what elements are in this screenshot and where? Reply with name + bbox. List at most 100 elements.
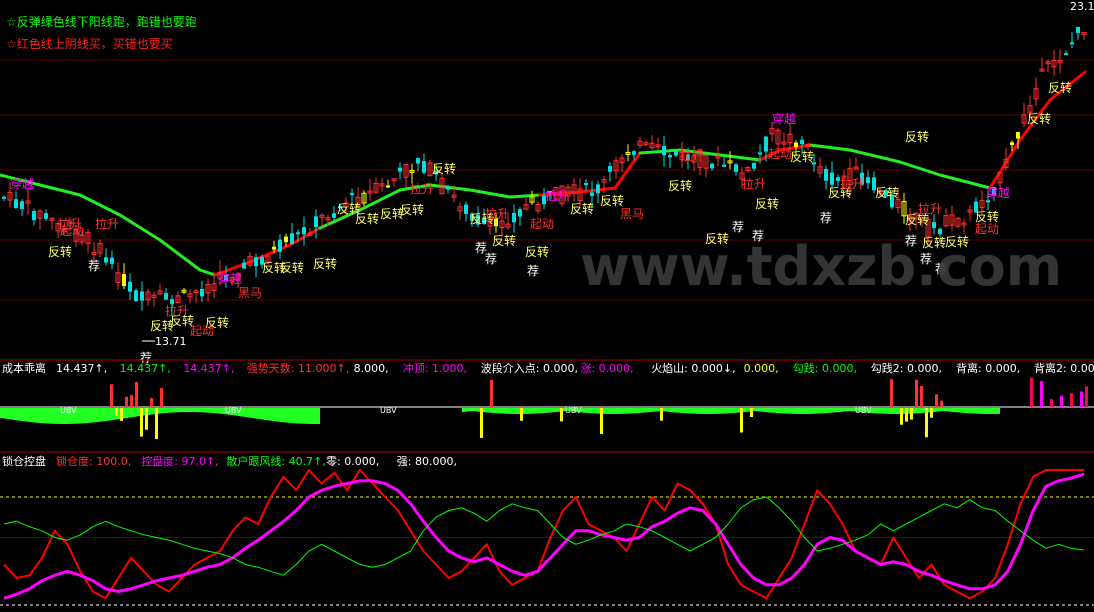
histogram-bar: [588, 408, 590, 414]
histogram-bar: [34, 408, 36, 423]
histogram-bar: [680, 408, 682, 413]
candle-body: [314, 216, 318, 228]
histogram-bar: [936, 408, 938, 412]
candle-body: [986, 200, 990, 203]
histogram-bar: [774, 408, 776, 413]
histogram-bar: [734, 408, 736, 413]
histogram-bar: [982, 408, 984, 414]
histogram-bar: [786, 408, 788, 414]
histogram-bar: [878, 408, 880, 414]
signal-bar: [110, 384, 113, 407]
signal-bar: [915, 379, 918, 407]
histogram-bar: [274, 408, 276, 422]
histogram-bar: [292, 408, 294, 424]
histogram-bar: [664, 408, 666, 412]
candle-body: [104, 257, 108, 263]
histogram-bar: [242, 408, 244, 417]
histogram-bar: [762, 408, 764, 412]
candle-body: [278, 239, 282, 252]
histogram-bar: [118, 408, 120, 420]
histogram-bar: [96, 408, 98, 423]
histogram-bar: [256, 408, 258, 419]
histogram-bar: [20, 408, 22, 421]
histogram-bar: [196, 408, 198, 413]
histogram-bar: [56, 408, 58, 424]
histogram-bar: [46, 408, 48, 424]
histogram-bar: [534, 408, 536, 414]
histogram-bar: [110, 408, 112, 421]
histogram-bar: [548, 408, 550, 413]
histogram-bar: [630, 408, 632, 414]
histogram-bar: [840, 408, 842, 412]
histogram-bar: [914, 408, 916, 414]
histogram-bar: [48, 408, 50, 424]
histogram-bar: [928, 408, 930, 413]
histogram-bar: [44, 408, 46, 424]
histogram-bar: [2, 408, 4, 419]
histogram-bar: [162, 408, 164, 414]
candle-body: [866, 177, 870, 184]
histogram-bar: [590, 408, 592, 414]
candle-body: [824, 168, 828, 181]
candle-body: [128, 281, 132, 292]
ma-segment: [808, 143, 852, 152]
candle-body: [938, 228, 942, 235]
histogram-bar: [518, 408, 520, 414]
signal-bar: [925, 408, 928, 438]
histogram-bar: [884, 408, 886, 414]
histogram-bar: [738, 408, 740, 413]
histogram-bar: [266, 408, 268, 421]
histogram-bar: [882, 408, 884, 414]
histogram-bar: [14, 408, 16, 421]
signal-label-reversal: 反转: [570, 201, 594, 216]
signal-bar: [1060, 395, 1063, 407]
histogram-bar: [510, 408, 512, 414]
indicator2-values: 锁仓度: 100.0, 控盘度: 97.0↑, 散户跟风线: 40.7↑, 零: 0.…: [56, 454, 457, 468]
signal-label-reversal: 反转: [280, 260, 304, 275]
histogram-bar: [312, 408, 314, 424]
histogram-bar: [952, 408, 954, 412]
histogram-bar: [944, 408, 946, 412]
histogram-bar: [218, 408, 220, 414]
signal-label-start: 起动: [190, 324, 214, 338]
histogram-bar: [744, 408, 746, 412]
histogram-bar: [888, 408, 890, 414]
candle-body: [398, 167, 402, 172]
histogram-bar: [640, 408, 642, 413]
signal-bar: [125, 396, 128, 407]
candle-body: [200, 288, 204, 297]
histogram-bar: [8, 408, 10, 420]
histogram-bar: [874, 408, 876, 414]
signal-label-cross: 穿越: [218, 271, 242, 286]
signal-bar: [150, 398, 153, 407]
ubv-marker: UBV: [565, 406, 582, 415]
signal-bar: [135, 381, 138, 407]
histogram-bar: [594, 408, 596, 414]
signal-label-dark_horse: 黑马: [620, 207, 644, 221]
signal-bar: [920, 385, 923, 407]
histogram-bar: [36, 408, 38, 423]
histogram-bar: [828, 408, 830, 413]
candle-body: [668, 155, 672, 158]
histogram-bar: [938, 408, 940, 412]
candle-body: [662, 145, 666, 156]
histogram-bar: [792, 408, 794, 414]
histogram-bar: [622, 408, 624, 414]
signal-label-reversal: 反转: [790, 149, 814, 164]
histogram-bar: [264, 408, 266, 420]
candle-body: [446, 186, 450, 190]
histogram-bar: [128, 408, 130, 418]
high-price-label: 23.14: [1070, 0, 1094, 13]
histogram-bar: [220, 408, 222, 414]
candle-body: [512, 212, 516, 223]
histogram-bar: [172, 408, 174, 413]
histogram-bar: [298, 408, 300, 424]
histogram-bar: [814, 408, 816, 414]
signal-bar: [930, 408, 933, 418]
indicator2-value-1: 控盘度: 97.0↑,: [141, 454, 218, 468]
candle-body: [734, 164, 738, 172]
histogram-bar: [978, 408, 980, 414]
signal-bar: [1040, 381, 1043, 407]
candle-body: [1076, 26, 1080, 33]
histogram-bar: [306, 408, 308, 424]
